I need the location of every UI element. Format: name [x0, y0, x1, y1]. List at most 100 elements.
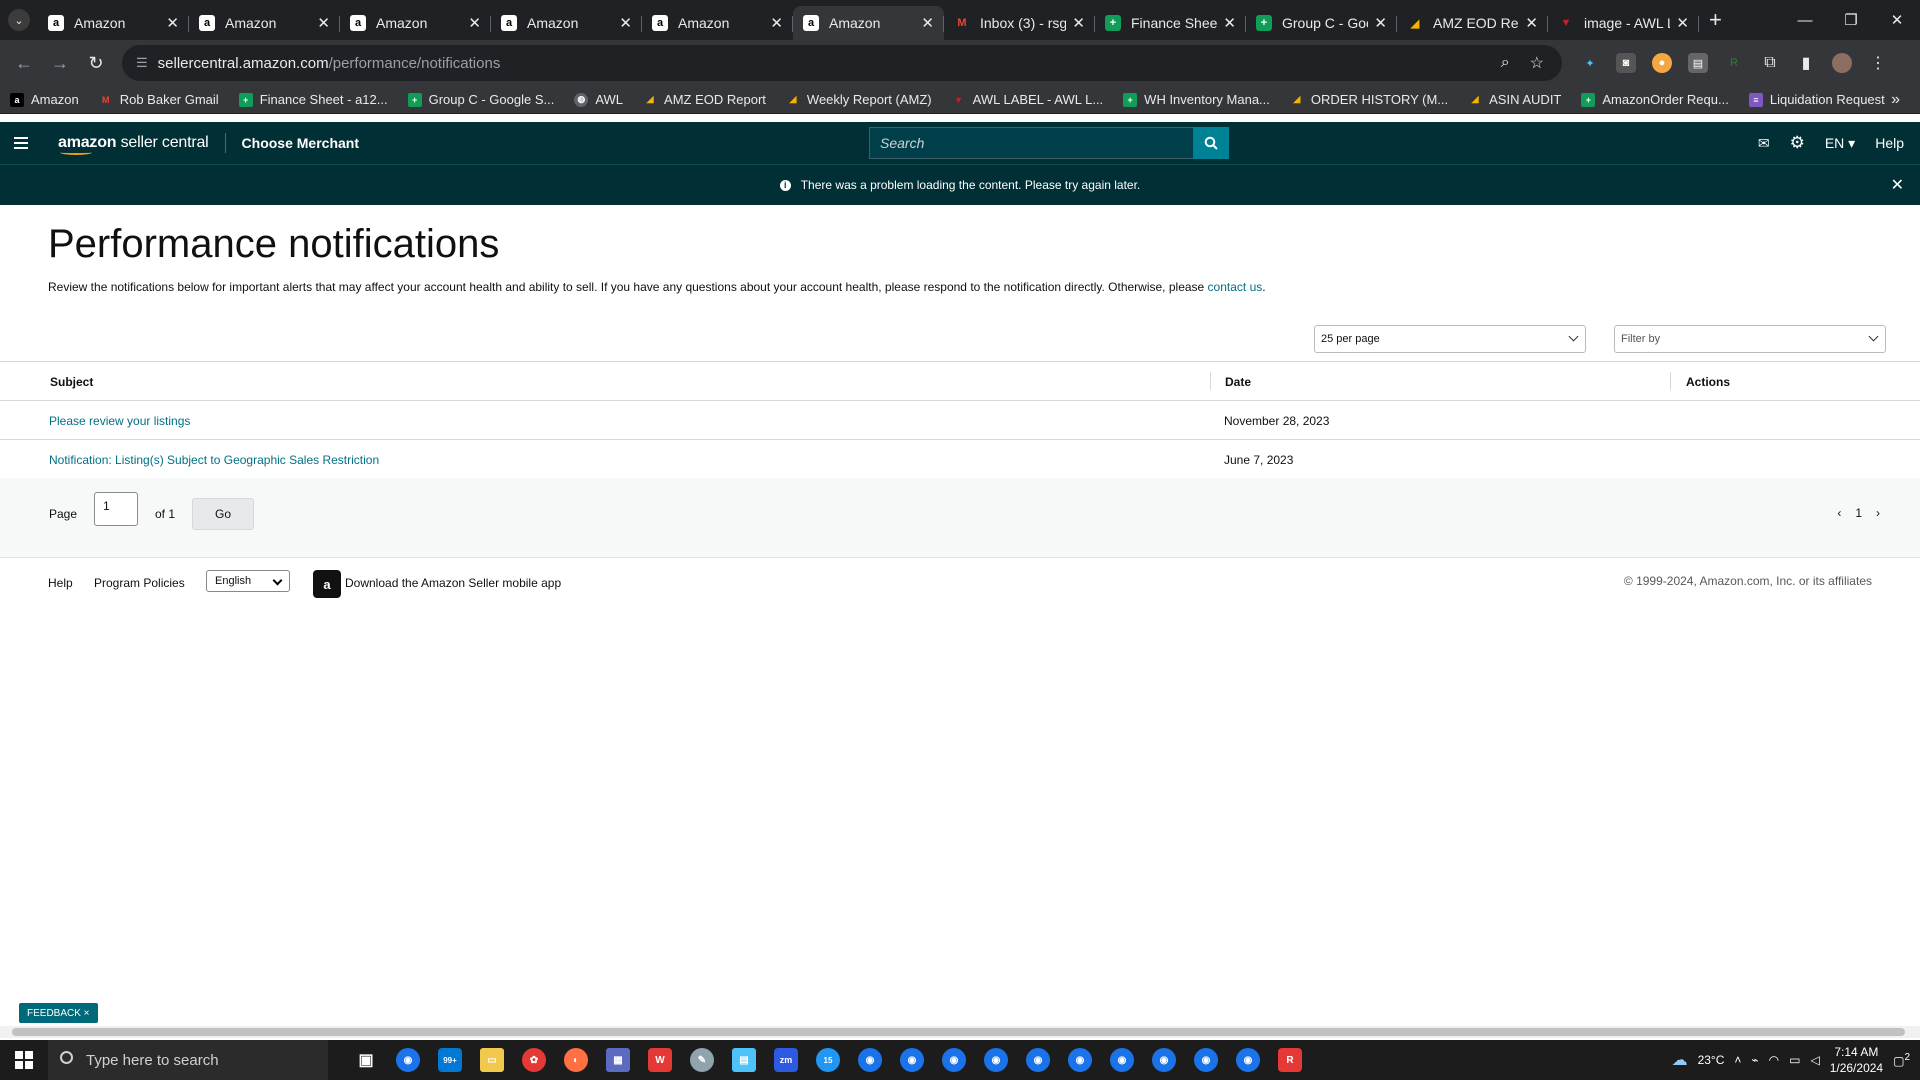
close-tab-icon[interactable]: ✕	[1676, 14, 1689, 32]
network-icon[interactable]: ⌁	[1751, 1053, 1758, 1067]
notification-subject-link[interactable]: Notification: Listing(s) Subject to Geog…	[49, 453, 379, 467]
choose-merchant-button[interactable]: Choose Merchant	[242, 135, 359, 151]
zoom-icon[interactable]: ⌕	[1501, 54, 1510, 72]
extension-icon[interactable]: ▤	[1688, 53, 1708, 73]
extension-icon[interactable]: R	[1724, 53, 1744, 73]
close-tab-icon[interactable]: ✕	[1223, 14, 1236, 32]
close-tab-icon[interactable]: ✕	[317, 14, 330, 32]
close-tab-icon[interactable]: ✕	[619, 14, 632, 32]
r-app-icon[interactable]: R	[1278, 1048, 1302, 1072]
close-banner-icon[interactable]: ✕	[1891, 175, 1904, 195]
chrome-profile-icon[interactable]: ◉	[1110, 1048, 1134, 1072]
forward-icon[interactable]: →	[42, 53, 78, 74]
settings-gear-icon[interactable]: ⚙	[1790, 133, 1805, 153]
feedback-button[interactable]: FEEDBACK ×	[19, 1003, 98, 1023]
notification-subject-link[interactable]: Please review your listings	[49, 414, 190, 428]
download-app-link[interactable]: Download the Amazon Seller mobile app	[345, 576, 561, 590]
browser-tab[interactable]: a Amazon ✕	[491, 6, 642, 40]
file-explorer-icon[interactable]: ▭	[480, 1048, 504, 1072]
program-policies-link[interactable]: Program Policies	[94, 576, 185, 590]
browser-tab[interactable]: ◢ AMZ EOD Rep ✕	[1397, 6, 1548, 40]
browser-tab-active[interactable]: a Amazon ✕	[793, 6, 944, 40]
minimize-icon[interactable]: —	[1782, 0, 1828, 40]
browser-tab[interactable]: M Inbox (3) - rsge ✕	[944, 6, 1095, 40]
mail-icon[interactable]: ✉	[1758, 135, 1770, 152]
search-button[interactable]	[1193, 127, 1229, 159]
profile-avatar[interactable]	[1832, 53, 1852, 73]
windows-start-icon[interactable]	[0, 1051, 48, 1069]
bookmark-item[interactable]: ▼ AWL LABEL - AWL L...	[952, 92, 1103, 107]
weather-cloud-icon[interactable]: ☁	[1672, 1050, 1688, 1070]
site-info-icon[interactable]: ☰	[136, 55, 148, 71]
close-tab-icon[interactable]: ✕	[921, 14, 934, 32]
per-page-select[interactable]: 25 per page	[1314, 325, 1586, 353]
back-icon[interactable]: ←	[6, 53, 42, 74]
more-bookmarks-icon[interactable]: »	[1891, 91, 1900, 109]
notes-icon[interactable]: ▤	[732, 1048, 756, 1072]
chrome-profile-icon[interactable]: ◉	[858, 1048, 882, 1072]
bookmark-item[interactable]: ◍ AWL	[574, 92, 623, 107]
language-selector[interactable]: EN ▾	[1825, 135, 1855, 152]
contact-us-link[interactable]: contact us	[1208, 280, 1263, 294]
tray-chevron-up-icon[interactable]: ˄	[1734, 1053, 1741, 1067]
filter-select[interactable]: Filter by	[1614, 325, 1886, 353]
chrome-profile-icon[interactable]: ◉	[984, 1048, 1008, 1072]
extension-icon[interactable]: ✦	[1580, 53, 1600, 73]
page-number-input[interactable]: 1	[94, 492, 138, 526]
taskbar-search[interactable]: Type here to search	[48, 1040, 328, 1080]
close-tab-icon[interactable]: ✕	[770, 14, 783, 32]
hamburger-menu-icon[interactable]	[0, 137, 42, 149]
bookmark-item[interactable]: ◢ ASIN AUDIT	[1468, 92, 1562, 107]
bookmark-item[interactable]: ≡ Liquidation Request	[1748, 92, 1885, 107]
browser-tab[interactable]: ▼ image - AWL L ✕	[1548, 6, 1699, 40]
browser-tab[interactable]: a Amazon ✕	[38, 6, 189, 40]
taskbar-clock[interactable]: 7:14 AM 1/26/2024	[1830, 1044, 1883, 1076]
browser-tab[interactable]: a Amazon ✕	[642, 6, 793, 40]
chrome-profile-icon[interactable]: ◉	[1194, 1048, 1218, 1072]
zoom-app-icon[interactable]: zm	[774, 1048, 798, 1072]
bookmark-item[interactable]: + WH Inventory Mana...	[1123, 92, 1270, 107]
horizontal-scrollbar[interactable]	[0, 1026, 1920, 1038]
browser-tab[interactable]: + Finance Sheet ✕	[1095, 6, 1246, 40]
tab-search-button[interactable]: ⌄	[8, 9, 30, 31]
extension-icon[interactable]: ●	[1652, 53, 1672, 73]
wps-office-icon[interactable]: W	[648, 1048, 672, 1072]
telegram-icon[interactable]: 15	[816, 1048, 840, 1072]
calculator-icon[interactable]: ▦	[606, 1048, 630, 1072]
notifications-icon[interactable]: ▢2	[1893, 1052, 1910, 1068]
footer-language-select[interactable]: English	[206, 570, 290, 592]
close-tab-icon[interactable]: ✕	[1525, 14, 1538, 32]
snipping-icon[interactable]: ✎	[690, 1048, 714, 1072]
menu-kebab-icon[interactable]: ⋮	[1868, 53, 1888, 73]
colorful-app-icon[interactable]: ✿	[522, 1048, 546, 1072]
extensions-puzzle-icon[interactable]: ⧉	[1760, 53, 1780, 73]
close-window-icon[interactable]: ✕	[1874, 0, 1920, 40]
browser-tab[interactable]: a Amazon ✕	[189, 6, 340, 40]
mail-app-icon[interactable]: 99+	[438, 1048, 462, 1072]
chrome-profile-icon[interactable]: ◉	[942, 1048, 966, 1072]
address-bar[interactable]: ☰ sellercentral.amazon.com/performance/n…	[122, 45, 1562, 81]
wifi-icon[interactable]: ◠	[1769, 1053, 1779, 1067]
bookmark-item[interactable]: ◢ AMZ EOD Report	[643, 92, 766, 107]
help-link[interactable]: Help	[1875, 135, 1904, 151]
chevron-left-icon[interactable]: ‹	[1837, 506, 1841, 520]
reload-icon[interactable]: ↻	[78, 53, 114, 74]
browser-tab[interactable]: a Amazon ✕	[340, 6, 491, 40]
close-tab-icon[interactable]: ✕	[1374, 14, 1387, 32]
close-tab-icon[interactable]: ✕	[1072, 14, 1085, 32]
bookmark-item[interactable]: ◢ Weekly Report (AMZ)	[786, 92, 931, 107]
seller-central-logo[interactable]: amazon seller central	[58, 134, 209, 155]
close-tab-icon[interactable]: ✕	[468, 14, 481, 32]
chrome-profile-icon[interactable]: ◉	[1236, 1048, 1260, 1072]
volume-icon[interactable]: ◁	[1810, 1053, 1819, 1067]
chrome-profile-icon[interactable]: ◉	[1026, 1048, 1050, 1072]
browser-tab[interactable]: + Group C - Goo ✕	[1246, 6, 1397, 40]
bookmark-item[interactable]: ◢ ORDER HISTORY (M...	[1290, 92, 1448, 107]
restore-icon[interactable]: ❐	[1828, 0, 1874, 40]
side-panel-icon[interactable]: ▮	[1796, 53, 1816, 73]
scrollbar-thumb[interactable]	[12, 1028, 1905, 1036]
current-page[interactable]: 1	[1855, 506, 1862, 520]
go-button[interactable]: Go	[192, 498, 254, 530]
bookmark-item[interactable]: + AmazonOrder Requ...	[1581, 92, 1729, 107]
new-tab-button[interactable]: +	[1709, 0, 1722, 40]
